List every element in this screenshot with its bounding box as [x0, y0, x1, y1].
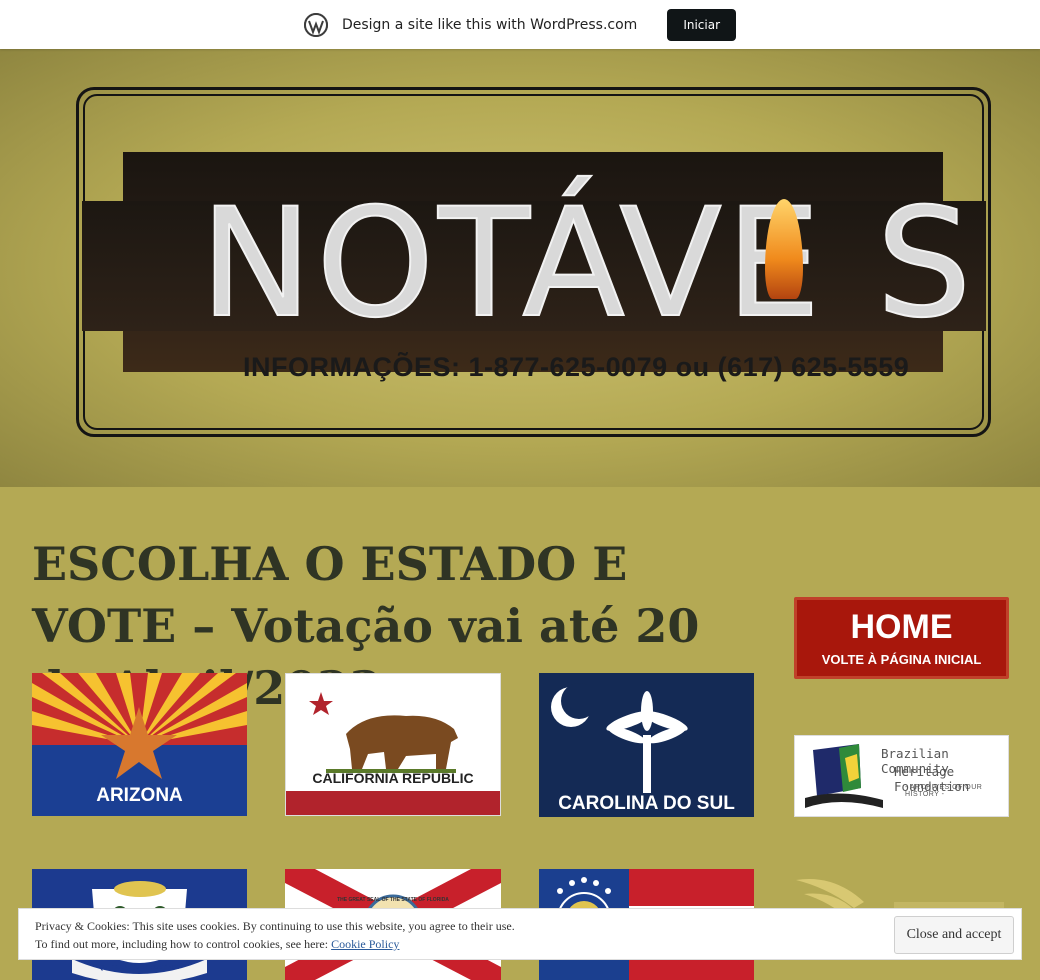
flag-california[interactable]: CALIFORNIA REPUBLIC	[285, 673, 501, 816]
cookie-notice: Privacy & Cookies: This site uses cookie…	[18, 908, 1022, 960]
banner-title: NOTÁVE S	[199, 177, 976, 351]
flag-label-arizona: ARIZONA	[96, 785, 183, 806]
banner-info: INFORMAÇÕES: 1-877-625-0079 ou (617) 625…	[243, 352, 910, 382]
flag-south-carolina[interactable]: CAROLINA DO SUL	[539, 673, 754, 817]
flag-label-south-carolina: CAROLINA DO SUL	[558, 793, 735, 814]
cookie-text-prefix: To find out more, including how to contr…	[35, 937, 332, 951]
cookie-text-line-1: Privacy & Cookies: This site uses cookie…	[35, 919, 515, 933]
home-banner-subtitle: VOLTE À PÁGINA INICIAL	[821, 652, 982, 667]
cookie-text-line-2: To find out more, including how to contr…	[35, 937, 399, 952]
flag-arizona[interactable]: ARIZONA	[32, 673, 247, 816]
bchf-line-3: - ARCHIVES OF OUR HISTORY -	[905, 784, 983, 798]
flag-label-connecticut: QUI TRANSTULIT SUSTINET	[98, 965, 181, 971]
cookie-policy-link[interactable]: Cookie Policy	[331, 937, 399, 951]
flag-label-california: CALIFORNIA REPUBLIC	[312, 770, 474, 786]
book-logo-icon	[805, 744, 883, 808]
home-banner-title: HOME	[850, 608, 953, 646]
bchf-banner-link[interactable]: Brazilian Community Heritage Foundation …	[794, 735, 1009, 817]
close-and-accept-button[interactable]: Close and accept	[894, 916, 1014, 954]
flag-label-florida: THE GREAT SEAL OF THE STATE OF FLORIDA	[337, 897, 449, 903]
wordpress-logo-icon	[303, 12, 328, 37]
california-flag-graphic	[286, 692, 500, 815]
wordpress-promo-text: Design a site like this with WordPress.c…	[341, 16, 638, 33]
start-button[interactable]: Iniciar	[667, 8, 737, 41]
home-banner-link[interactable]: HOME VOLTE À PÁGINA INICIAL	[794, 597, 1009, 679]
header-banner[interactable]: NOTÁVE S INFORMAÇÕES: 1-877-625-0079 ou …	[0, 49, 1040, 487]
wordpress-promo-bar: Design a site like this with WordPress.c…	[0, 0, 1040, 49]
